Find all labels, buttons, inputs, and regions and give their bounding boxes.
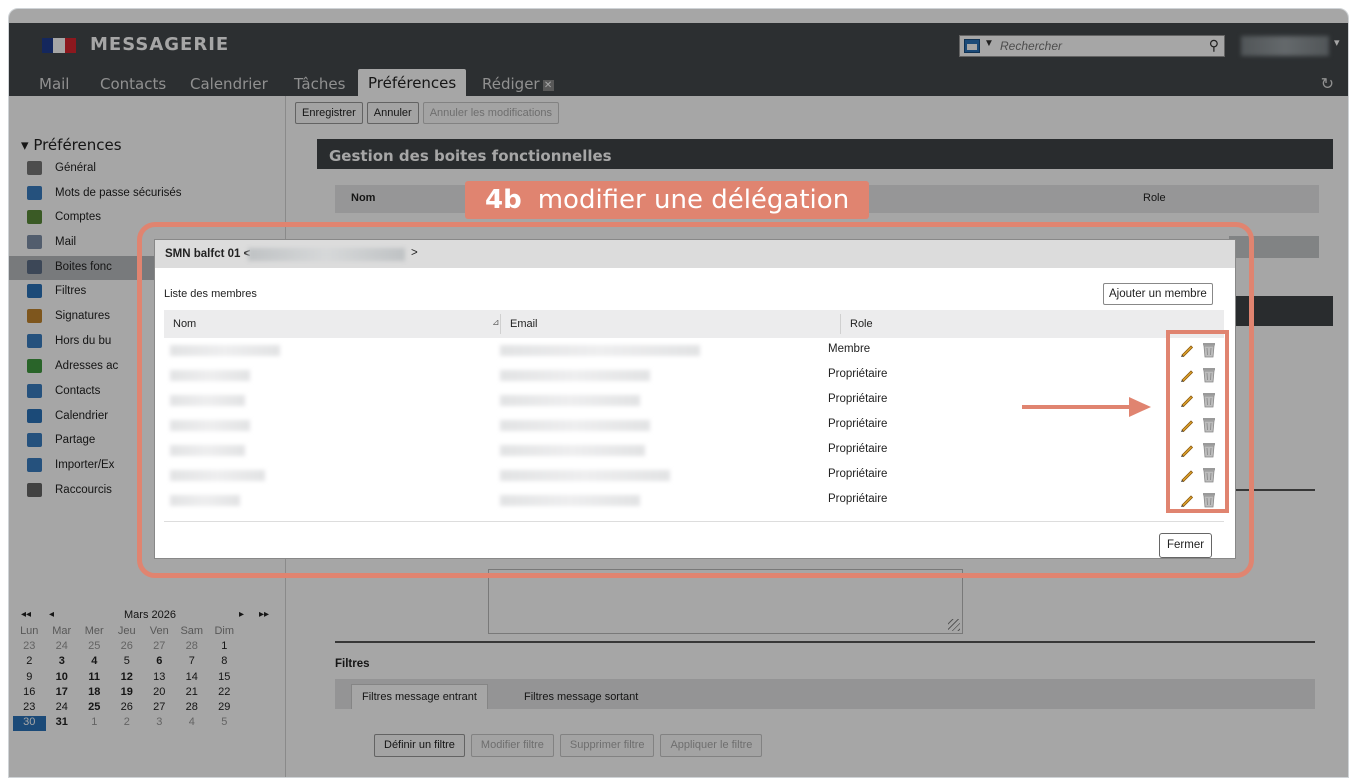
- member-name: [170, 420, 250, 431]
- member-email: [500, 345, 700, 356]
- member-name: [170, 395, 245, 406]
- annotation-arrow: [1022, 405, 1135, 409]
- member-email: [500, 495, 640, 506]
- member-name: [170, 495, 240, 506]
- member-name: [170, 445, 245, 456]
- members-dialog: SMN balfct 01 < > Liste des membres Ajou…: [154, 239, 1236, 559]
- members-list-label: Liste des membres: [164, 288, 257, 300]
- column-separator[interactable]: [840, 314, 841, 334]
- member-row[interactable]: Propriétaire: [164, 363, 1224, 388]
- member-name: [170, 470, 265, 481]
- member-row[interactable]: Propriétaire: [164, 463, 1224, 488]
- annotation-text: modifier une délégation: [537, 185, 850, 215]
- dialog-title-prefix: SMN balfct 01 <: [165, 248, 251, 260]
- column-separator[interactable]: [500, 314, 501, 334]
- dialog-title-suffix: >: [411, 247, 418, 259]
- member-email: [500, 395, 640, 406]
- dialog-title-address: [248, 248, 405, 261]
- member-role: Propriétaire: [828, 493, 888, 505]
- member-email: [500, 370, 650, 381]
- member-role: Propriétaire: [828, 443, 888, 455]
- member-row[interactable]: Propriétaire: [164, 438, 1224, 463]
- member-role: Propriétaire: [828, 418, 888, 430]
- close-button[interactable]: Fermer: [1159, 533, 1213, 558]
- members-table-header: Nom ⊿ Email Role: [164, 310, 1224, 338]
- column-header-role[interactable]: Role: [850, 318, 873, 330]
- member-row[interactable]: Propriétaire: [164, 488, 1224, 513]
- member-row[interactable]: Membre: [164, 338, 1224, 363]
- annotation-actions-highlight: [1166, 330, 1229, 513]
- members-table: Nom ⊿ Email Role Membre Propriétaire Propr…: [164, 310, 1224, 513]
- member-name: [170, 345, 280, 356]
- column-header-nom[interactable]: Nom: [173, 318, 196, 330]
- member-role: Propriétaire: [828, 393, 888, 405]
- member-role: Membre: [828, 343, 871, 355]
- member-role: Propriétaire: [828, 368, 888, 380]
- add-member-button[interactable]: Ajouter un membre: [1103, 283, 1213, 305]
- sort-indicator-icon: ⊿: [492, 317, 500, 327]
- column-header-email[interactable]: Email: [510, 318, 538, 330]
- divider: [164, 521, 1224, 522]
- member-role: Propriétaire: [828, 468, 888, 480]
- annotation-step-number: 4b: [485, 185, 522, 215]
- annotation-arrow-head-icon: [1129, 397, 1151, 417]
- member-row[interactable]: Propriétaire: [164, 413, 1224, 438]
- member-email: [500, 470, 670, 481]
- member-email: [500, 420, 650, 431]
- member-email: [500, 445, 645, 456]
- member-name: [170, 370, 250, 381]
- annotation-label: 4b modifier une délégation: [465, 181, 870, 219]
- member-row[interactable]: Propriétaire: [164, 388, 1224, 413]
- app-window: MESSAGERIE ▼ Rechercher ⚲ ▾ Mail Contact…: [8, 8, 1349, 778]
